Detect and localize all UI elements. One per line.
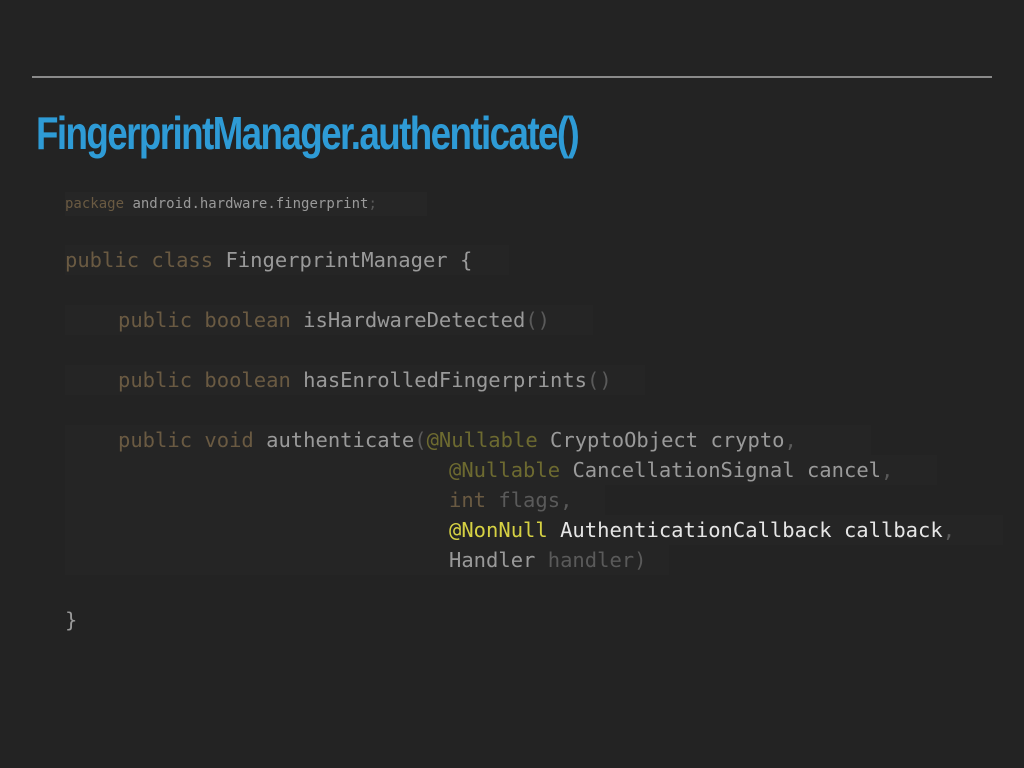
slide-title: FingerprintManager.authenticate() [36, 107, 580, 159]
class-public-keyword: public [65, 248, 140, 272]
closing-brace: } [65, 608, 78, 632]
method-authenticate: public void authenticate(@Nullable Crypt… [65, 425, 871, 455]
top-divider [32, 76, 992, 78]
param-handler-close-paren: ) [634, 548, 647, 572]
param-cancel-sep: , [881, 458, 894, 482]
param-line-cancel: @Nullable CancellationSignal cancel, [65, 455, 937, 485]
method-has-enrolled-fingerprints: public boolean hasEnrolledFingerprints() [65, 365, 645, 395]
param-crypto-type: CryptoObject [550, 428, 699, 452]
param-cancel-type: CancellationSignal [572, 458, 795, 482]
param-line-callback: @NonNull AuthenticationCallback callback… [65, 515, 1003, 545]
class-open-brace: { [459, 248, 473, 272]
method1-parens: () [525, 308, 551, 332]
param-callback-name: callback [843, 518, 943, 542]
package-declaration: package android.hardware.fingerprint; [65, 192, 427, 216]
param-crypto-annotation: @Nullable [426, 428, 538, 452]
class-closing-brace: } [65, 605, 77, 635]
param-line-handler: Handler handler) [65, 545, 669, 575]
param-callback-annotation: @NonNull [449, 518, 548, 542]
method1-public-keyword: public [118, 308, 193, 332]
method3-name: authenticate [266, 428, 415, 452]
param-flags-name: flags [498, 488, 561, 512]
method2-public-keyword: public [118, 368, 193, 392]
method2-return-type: boolean [204, 368, 291, 392]
param-line-flags: int flags, [65, 485, 605, 515]
package-keyword: package [65, 196, 125, 212]
param-crypto-sep: , [784, 428, 797, 452]
class-keyword: class [151, 248, 214, 272]
package-semicolon: ; [368, 196, 377, 212]
param-crypto-name: crypto [710, 428, 785, 452]
param-flags-type: int [449, 488, 487, 512]
param-cancel-annotation: @Nullable [449, 458, 561, 482]
param-callback-sep: , [942, 518, 956, 542]
package-name: android.hardware.fingerprint [132, 196, 369, 212]
param-cancel-name: cancel [806, 458, 882, 482]
method3-public-keyword: public [118, 428, 193, 452]
class-name: FingerprintManager [225, 248, 448, 272]
method1-return-type: boolean [204, 308, 291, 332]
param-flags-sep: , [560, 488, 573, 512]
param-callback-type: AuthenticationCallback [560, 518, 832, 542]
method-is-hardware-detected: public boolean isHardwareDetected() [65, 305, 593, 335]
method1-name: isHardwareDetected [303, 308, 526, 332]
method3-open-paren: ( [414, 428, 427, 452]
param-handler-type: Handler [449, 548, 536, 572]
method2-parens: () [587, 368, 612, 392]
class-declaration: public class FingerprintManager { [65, 245, 509, 275]
method3-return-type: void [204, 428, 254, 452]
param-handler-name: handler [547, 548, 635, 572]
method2-name: hasEnrolledFingerprints [303, 368, 588, 392]
